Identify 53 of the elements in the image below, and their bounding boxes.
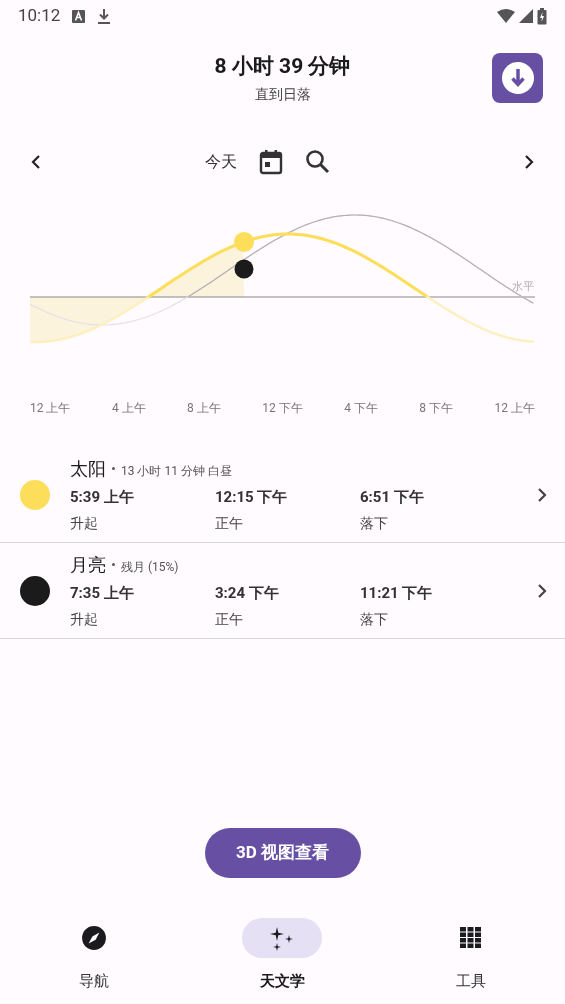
time-axis-label: 12 上午 bbox=[494, 400, 535, 417]
search-button[interactable] bbox=[305, 149, 330, 174]
chevron-left-icon bbox=[31, 153, 41, 170]
bottom-nav-tab[interactable]: 导航 bbox=[0, 918, 189, 1004]
event-time: 11:21 下午 bbox=[360, 583, 434, 605]
battery-icon bbox=[537, 7, 547, 25]
time-axis-label: 12 上午 bbox=[30, 400, 71, 417]
event-label: 升起 bbox=[70, 609, 99, 629]
clock-time: 10:12 bbox=[18, 4, 61, 28]
download-icon bbox=[97, 8, 112, 24]
moon-marker bbox=[234, 259, 254, 279]
sun-marker bbox=[234, 231, 254, 252]
event-label: 升起 bbox=[70, 513, 99, 533]
calendar-icon bbox=[259, 148, 283, 175]
chevron-right-icon bbox=[524, 153, 534, 170]
time-axis-label: 8 下午 bbox=[419, 400, 454, 417]
wifi-icon bbox=[497, 9, 515, 23]
event-label: 落下 bbox=[360, 609, 389, 629]
celestial-body-row[interactable]: 月亮 残月 (15%) 7:35 上午 3:24 下午 11:21 下午 升起 正午 落下 bbox=[0, 543, 565, 639]
event-label: 落下 bbox=[360, 513, 389, 533]
time-remaining-title: 8 小时 39 分钟 bbox=[214, 52, 351, 80]
date-label: 今天 bbox=[205, 150, 237, 173]
calendar-button[interactable] bbox=[259, 148, 283, 175]
event-time: 6:51 下午 bbox=[360, 487, 425, 509]
event-time: 12:15 下午 bbox=[215, 487, 289, 509]
event-label: 正午 bbox=[215, 513, 244, 533]
time-axis-label: 8 上午 bbox=[187, 400, 221, 417]
bottom-nav-tab[interactable]: 天文学 bbox=[188, 918, 377, 1004]
bottom-nav-tab[interactable]: 工具 bbox=[376, 918, 565, 1004]
grid-icon bbox=[459, 927, 482, 949]
download-icon bbox=[501, 62, 534, 94]
download-button[interactable] bbox=[492, 53, 543, 103]
3d-view-button[interactable]: 3D 视图查看 bbox=[204, 828, 361, 878]
compass-icon bbox=[81, 925, 108, 951]
body-name: 太阳 bbox=[70, 457, 106, 482]
event-time: 7:35 上午 bbox=[70, 583, 135, 605]
time-axis-label: 12 下午 bbox=[262, 400, 303, 417]
celestial-body-row[interactable]: 太阳 13 小时 11 分钟 白昼 5:39 上午 12:15 下午 6:51 下午 升起 正午 落下 bbox=[0, 447, 565, 543]
event-time: 5:39 上午 bbox=[70, 487, 135, 509]
chevron-right-icon bbox=[537, 486, 547, 503]
body-detail: 残月 (15%) bbox=[121, 559, 179, 577]
event-label: 正午 bbox=[215, 609, 244, 629]
search-icon bbox=[305, 149, 330, 174]
horizon-label: 水平 bbox=[512, 279, 534, 295]
body-detail: 13 小时 11 分钟 白昼 bbox=[121, 463, 232, 481]
time-remaining-subtitle: 直到日落 bbox=[254, 85, 311, 105]
event-time: 3:24 下午 bbox=[215, 583, 280, 605]
time-axis-label: 4 下午 bbox=[344, 400, 378, 417]
body-name: 月亮 bbox=[70, 553, 106, 578]
time-axis-label: 4 上午 bbox=[111, 400, 146, 417]
keyboard-a-icon bbox=[72, 9, 86, 23]
signal-icon bbox=[519, 9, 533, 23]
chevron-right-icon bbox=[537, 582, 547, 599]
